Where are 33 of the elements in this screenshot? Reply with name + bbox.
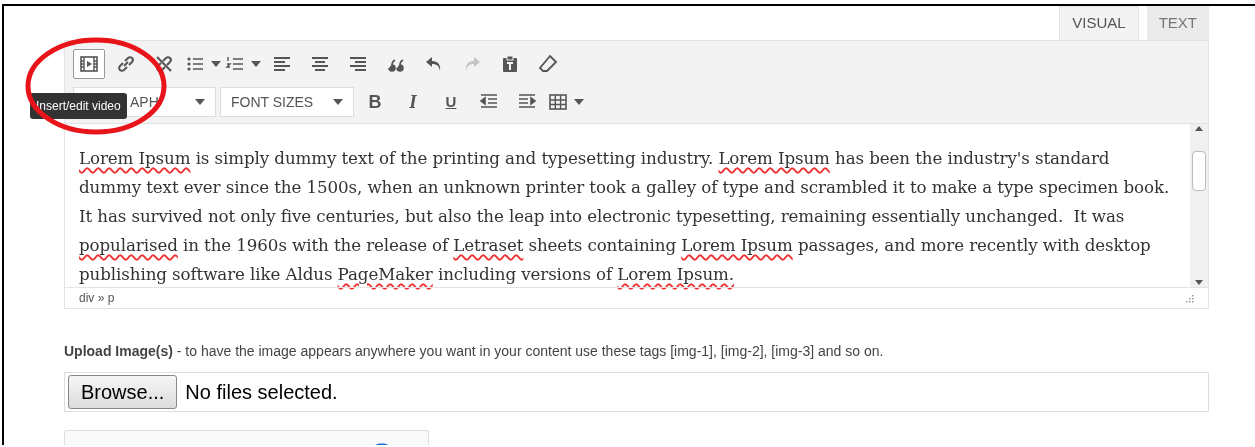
eraser-icon	[538, 54, 558, 74]
caret-icon[interactable]	[251, 61, 261, 67]
editor-tab[interactable]: TEXT	[1146, 6, 1209, 40]
align-left-icon	[272, 54, 292, 74]
caret-icon[interactable]	[333, 99, 343, 105]
editor-text[interactable]: Lorem Ipsum is simply dummy text of the printing and typesetting industry. Lorem Ipsum has been the industry's standard dummy text ever since the 1500s, when an unknown printer took a galley of type and scrambled it to make a type specimen book. It has survived not only five centuries, but also the leap into electronic typesetting, remaining essentially unchanged. It was popularised in the 1960s with the release of Letraset sheets containing Lorem Ipsum passages, and more recently with desktop publishing software like Aldus PageMaker including versions of Lorem Ipsum.	[65, 124, 1190, 287]
scroll-down-icon[interactable]	[1195, 280, 1203, 285]
scroll-up-icon[interactable]	[1195, 126, 1203, 131]
film-button[interactable]	[73, 49, 105, 79]
file-input[interactable]: Browse... No files selected.	[64, 372, 1209, 412]
caret-icon[interactable]	[211, 61, 221, 67]
underline-button[interactable]: U	[434, 87, 468, 117]
format-dropdown[interactable]: FONT SIZES	[220, 87, 354, 117]
bold-button[interactable]: B	[358, 87, 392, 117]
clipboard-icon	[500, 54, 520, 74]
file-status: No files selected.	[185, 380, 338, 405]
italic-button[interactable]: I	[396, 87, 430, 117]
broken-link-icon	[154, 54, 174, 74]
align-right-icon	[348, 54, 368, 74]
tooltip: Insert/edit video	[30, 93, 127, 119]
browse-button[interactable]: Browse...	[68, 375, 178, 409]
caret-icon[interactable]	[195, 99, 205, 105]
film-icon	[79, 54, 99, 74]
link-icon	[116, 54, 136, 74]
resize-handle-icon[interactable]	[1185, 293, 1194, 303]
upload-note: Upload Image(s) - to have the image appears anywhere you want in your content use these tags [img-1], [img-2], [img-3] and so on.	[64, 342, 885, 361]
scrollbar-thumb[interactable]	[1192, 150, 1206, 191]
table-icon	[548, 92, 568, 112]
align-center-icon	[310, 54, 330, 74]
element-path: div » p	[79, 290, 115, 307]
scrollbar[interactable]	[1190, 124, 1208, 287]
editor-tab[interactable]: VISUAL	[1059, 6, 1139, 40]
caret-icon[interactable]	[574, 99, 584, 105]
